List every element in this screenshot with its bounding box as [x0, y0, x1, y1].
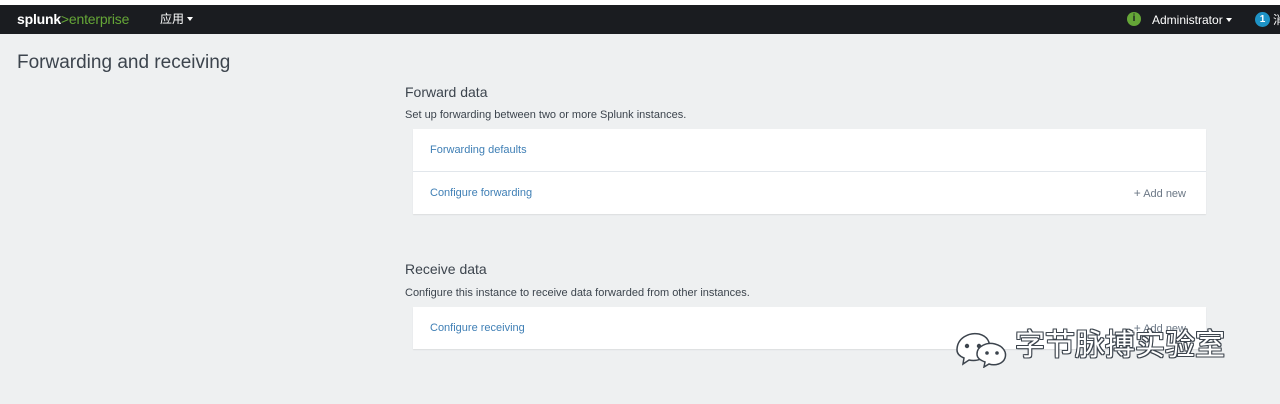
receive-data-description: Configure this instance to receive data … — [405, 287, 750, 299]
chevron-down-icon — [187, 16, 194, 21]
forwarding-add-new-button[interactable]: + Add new — [1134, 186, 1186, 201]
forwarding-defaults-link[interactable]: Forwarding defaults — [430, 143, 527, 157]
logo-text-chevron: > — [60, 11, 69, 27]
watermark: 字节脉搏实验室 — [953, 328, 1245, 368]
logo-text-splunk: splunk — [17, 11, 61, 27]
wechat-icon — [956, 332, 1007, 368]
user-menu[interactable]: Administrator — [1152, 13, 1232, 27]
add-new-label: Add new — [1143, 188, 1186, 200]
plus-icon: + — [1133, 186, 1141, 200]
logo-text-enterprise: enterprise — [68, 11, 130, 27]
forward-data-description: Set up forwarding between two or more Sp… — [405, 109, 687, 121]
forwarding-defaults-row: Forwarding defaults — [413, 129, 1206, 172]
chevron-down-icon — [1225, 17, 1232, 22]
top-navbar: splunk>enterprise 应用 i Administrator 1 消… — [0, 5, 1280, 34]
page-title: Forwarding and receiving — [17, 52, 231, 73]
configure-receiving-link[interactable]: Configure receiving — [430, 321, 525, 335]
messages-count-badge[interactable]: 1 — [1255, 12, 1270, 27]
user-menu-label: Administrator — [1152, 13, 1223, 27]
forward-data-title: Forward data — [405, 84, 488, 100]
configure-forwarding-link[interactable]: Configure forwarding — [430, 186, 532, 200]
apps-menu[interactable]: 应用 — [160, 12, 194, 26]
receive-data-title: Receive data — [405, 261, 487, 277]
messages-menu-label[interactable]: 消息 — [1273, 13, 1280, 27]
forward-data-panel: Forwarding defaults Configure forwarding… — [413, 129, 1206, 214]
info-icon[interactable]: i — [1127, 12, 1141, 26]
splunk-logo[interactable]: splunk>enterprise — [17, 11, 129, 27]
configure-forwarding-row: Configure forwarding + Add new — [413, 172, 1206, 214]
watermark-text: 字节脉搏实验室 — [1015, 328, 1225, 363]
apps-menu-label: 应用 — [160, 12, 185, 26]
